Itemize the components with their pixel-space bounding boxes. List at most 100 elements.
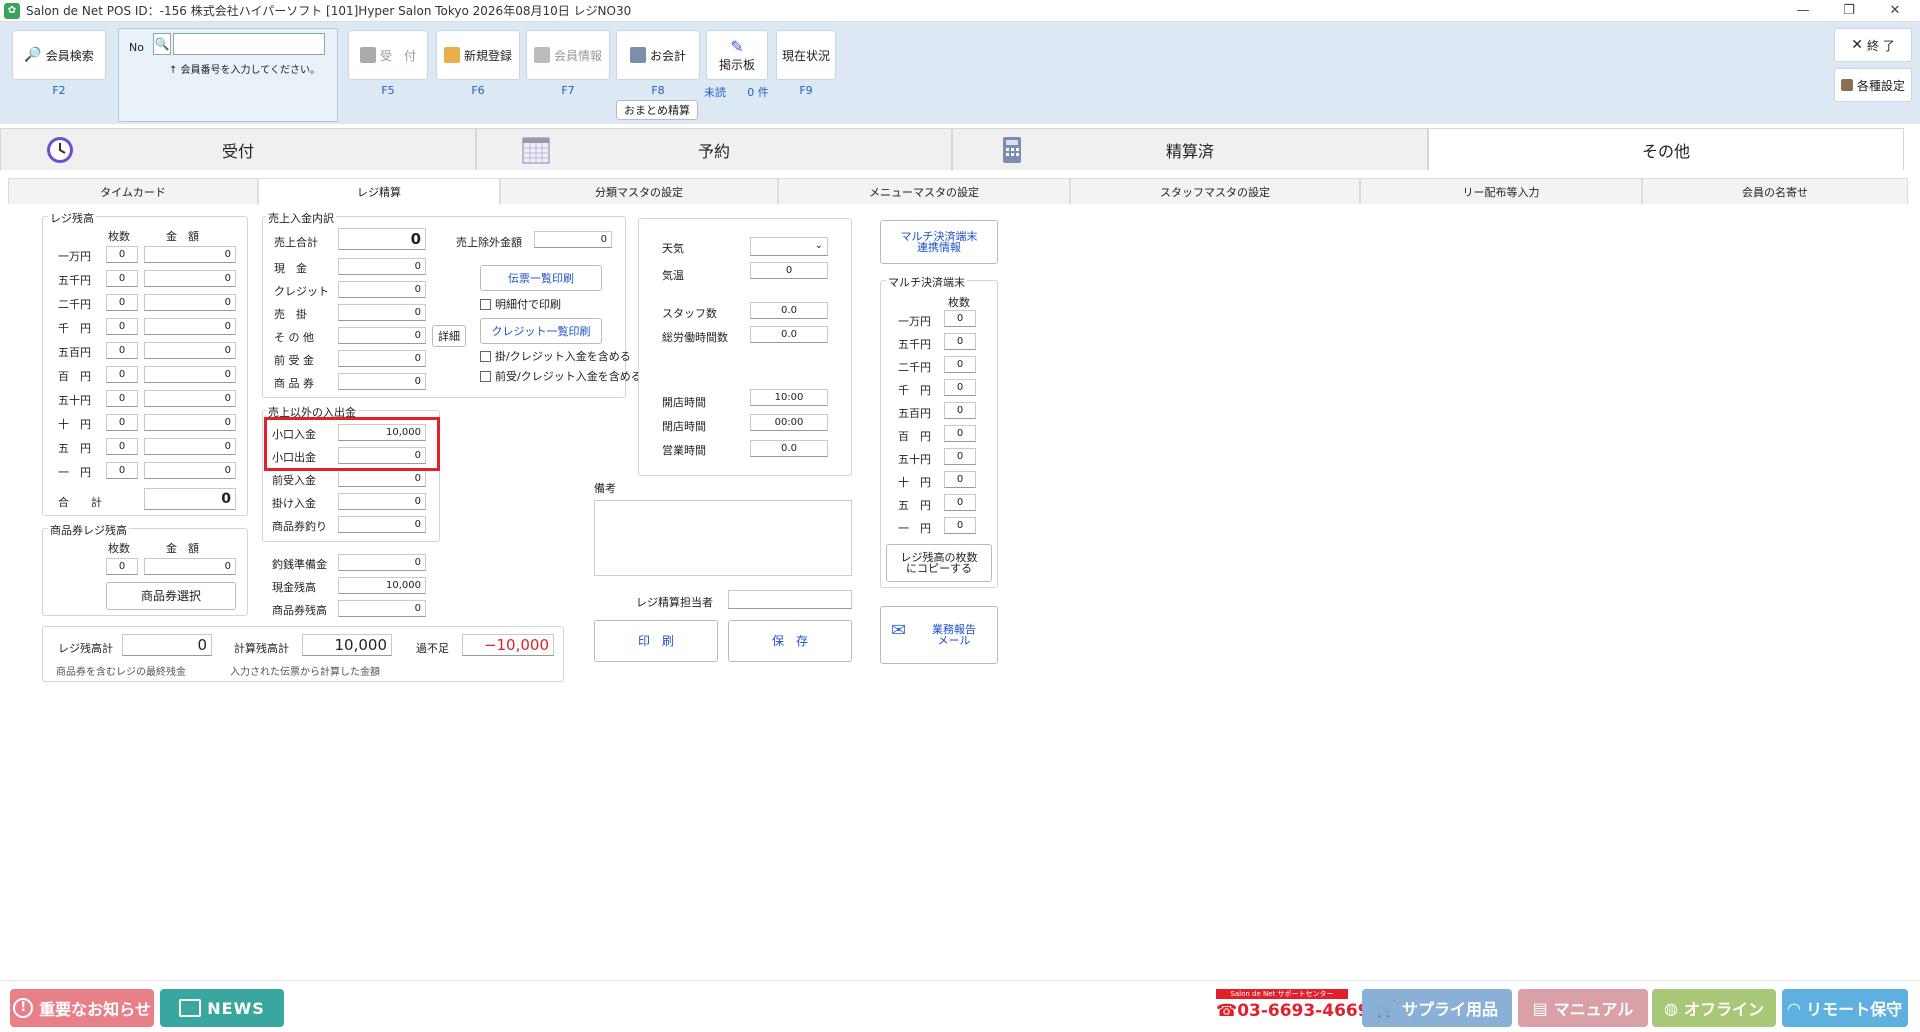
bulk-settle-button[interactable]: おまとめ精算 bbox=[616, 100, 698, 120]
multi-count-field[interactable]: 0 bbox=[944, 333, 976, 350]
labor-hours-field[interactable]: 0.0 bbox=[750, 326, 828, 343]
magnifier-icon[interactable]: 🔍 bbox=[153, 33, 171, 55]
temp-field[interactable]: 0 bbox=[750, 262, 828, 279]
print-button[interactable]: 印 刷 bbox=[594, 620, 718, 662]
cash-count-field[interactable]: 0 bbox=[106, 342, 138, 359]
staff-in-charge-field[interactable] bbox=[728, 590, 852, 609]
multi-row-label: 千 円 bbox=[898, 384, 931, 397]
voucher-change-field: 0 bbox=[338, 516, 426, 533]
reg-total-note: 商品券を含むレジの最終残金 bbox=[56, 667, 186, 678]
multi-count-field[interactable]: 0 bbox=[944, 517, 976, 534]
multi-count-field[interactable]: 0 bbox=[944, 379, 976, 396]
voucher-count-field[interactable]: 0 bbox=[106, 558, 138, 575]
calc-total-label: 計算残高計 bbox=[234, 642, 289, 655]
weather-select[interactable]: ⌄ bbox=[750, 237, 828, 256]
cash-count-field[interactable]: 0 bbox=[106, 270, 138, 287]
copy-to-register-button[interactable]: レジ残高の枚数 にコピーする bbox=[886, 544, 992, 582]
cash-count-field[interactable]: 0 bbox=[106, 462, 138, 479]
subtab-staff-master[interactable]: スタッフマスタの設定 bbox=[1070, 178, 1360, 204]
maximize-button[interactable]: ❐ bbox=[1826, 0, 1872, 22]
cash-count-field[interactable]: 0 bbox=[106, 294, 138, 311]
subtab-timecard[interactable]: タイムカード bbox=[8, 178, 258, 204]
detail-print-checkbox[interactable]: 明細付で印刷 bbox=[480, 296, 561, 312]
include-advance-checkbox[interactable]: 前受/クレジット入金を含める bbox=[480, 368, 642, 384]
new-user-icon bbox=[443, 47, 460, 63]
multi-count-field[interactable]: 0 bbox=[944, 356, 976, 373]
tab-reception[interactable]: 受付 bbox=[0, 128, 476, 170]
sales-row-label: 現 金 bbox=[274, 262, 307, 275]
excluded-field[interactable]: 0 bbox=[534, 231, 612, 248]
pen-icon: ✎ bbox=[730, 37, 744, 56]
exit-button[interactable]: ✕ 終 了 bbox=[1834, 28, 1912, 62]
multi-count-field[interactable]: 0 bbox=[944, 471, 976, 488]
multi-count-field[interactable]: 0 bbox=[944, 448, 976, 465]
save-button[interactable]: 保 存 bbox=[728, 620, 852, 662]
multi-count-field[interactable]: 0 bbox=[944, 402, 976, 419]
report-mail-button[interactable]: ✉ 業務報告 メール bbox=[880, 606, 998, 664]
member-info-button[interactable]: 会員情報 bbox=[526, 30, 610, 80]
tab-other[interactable]: その他 bbox=[1428, 128, 1904, 170]
settings-button[interactable]: 各種設定 bbox=[1834, 68, 1912, 102]
support-center[interactable]: Salon de Net サポートセンター ☎03-6693-4669 bbox=[1216, 989, 1370, 1027]
detail-button[interactable]: 詳細 bbox=[432, 325, 466, 347]
supply-button[interactable]: 🛒 サプライ用品 bbox=[1362, 989, 1512, 1027]
news-button[interactable]: NEWS bbox=[160, 989, 284, 1027]
subtab-menu-master[interactable]: メニューマスタの設定 bbox=[778, 178, 1070, 204]
newspaper-icon bbox=[179, 999, 202, 1017]
multi-count-field[interactable]: 0 bbox=[944, 494, 976, 511]
cash-count-field[interactable]: 0 bbox=[106, 366, 138, 383]
voucher-count-label: 枚数 bbox=[108, 542, 130, 555]
sales-row-label: 前 受 金 bbox=[274, 354, 314, 367]
cash-count-field[interactable]: 0 bbox=[106, 390, 138, 407]
bulletin-button[interactable]: ✎ 掲示板 bbox=[706, 30, 768, 80]
main-tabs: 受付 予約 精算済 その他 bbox=[0, 128, 1904, 170]
staff-count-label: スタッフ数 bbox=[662, 307, 717, 320]
diff-field: −10,000 bbox=[462, 634, 554, 656]
voucher-select-button[interactable]: 商品券選択 bbox=[106, 582, 236, 610]
phone-icon: ☎ bbox=[1216, 1001, 1238, 1021]
no-label: No bbox=[129, 41, 144, 54]
multi-count-field[interactable]: 0 bbox=[944, 425, 976, 442]
include-ar-checkbox[interactable]: 掛/クレジット入金を含める bbox=[480, 348, 631, 364]
close-time-field[interactable]: 00:00 bbox=[750, 414, 828, 431]
subtab-distribution-input[interactable]: リー配布等入力 bbox=[1360, 178, 1642, 204]
status-button[interactable]: 現在状況 bbox=[776, 30, 836, 80]
tab-settled[interactable]: 精算済 bbox=[952, 128, 1428, 170]
cash-count-field[interactable]: 0 bbox=[106, 318, 138, 335]
notes-textarea[interactable] bbox=[594, 500, 852, 576]
cash-count-field[interactable]: 0 bbox=[106, 414, 138, 431]
offline-button[interactable]: ◍ オフライン bbox=[1652, 989, 1776, 1027]
member-search-button[interactable]: 🔎 会員検索 bbox=[12, 30, 106, 80]
staff-count-field[interactable]: 0.0 bbox=[750, 302, 828, 319]
ar-in-field: 0 bbox=[338, 493, 426, 510]
checkout-key: F8 bbox=[651, 84, 665, 97]
multi-link-info-button[interactable]: マルチ決済端末 連携情報 bbox=[880, 220, 998, 264]
cash-amount-field: 0 bbox=[144, 318, 236, 335]
cash-count-field[interactable]: 0 bbox=[106, 438, 138, 455]
subtab-category-master[interactable]: 分類マスタの設定 bbox=[500, 178, 778, 204]
cash-amount-field: 0 bbox=[144, 270, 236, 287]
multi-count-field[interactable]: 0 bbox=[944, 310, 976, 327]
close-window-button[interactable]: ✕ bbox=[1872, 0, 1918, 22]
change-fund-field[interactable]: 0 bbox=[338, 554, 426, 571]
member-no-input[interactable] bbox=[173, 33, 325, 55]
cash-total-label: 合 計 bbox=[58, 496, 102, 509]
reg-total-label: レジ残高計 bbox=[58, 642, 113, 655]
open-time-field[interactable]: 10:00 bbox=[750, 389, 828, 406]
new-register-button[interactable]: 新規登録 bbox=[436, 30, 520, 80]
manual-button[interactable]: ▤ マニュアル bbox=[1518, 989, 1648, 1027]
subtab-register-settle[interactable]: レジ精算 bbox=[258, 178, 500, 205]
multi-row-label: 二千円 bbox=[898, 361, 931, 374]
sales-row-label: そ の 他 bbox=[274, 331, 314, 344]
important-notice-button[interactable]: ! 重要なお知らせ bbox=[10, 989, 154, 1027]
credit-print-button[interactable]: クレジット一覧印刷 bbox=[480, 318, 602, 344]
subtab-member-merge[interactable]: 会員の名寄せ bbox=[1642, 178, 1908, 204]
multi-row-label: 五 円 bbox=[898, 499, 931, 512]
minimize-button[interactable]: — bbox=[1780, 0, 1826, 22]
reception-button[interactable]: 受 付 bbox=[348, 30, 428, 80]
slip-print-button[interactable]: 伝票一覧印刷 bbox=[480, 265, 602, 291]
cash-count-field[interactable]: 0 bbox=[106, 246, 138, 263]
checkout-button[interactable]: お会計 bbox=[616, 30, 700, 80]
tab-reservation[interactable]: 予約 bbox=[476, 128, 952, 170]
remote-support-button[interactable]: ◠ リモート保守 bbox=[1782, 989, 1908, 1027]
